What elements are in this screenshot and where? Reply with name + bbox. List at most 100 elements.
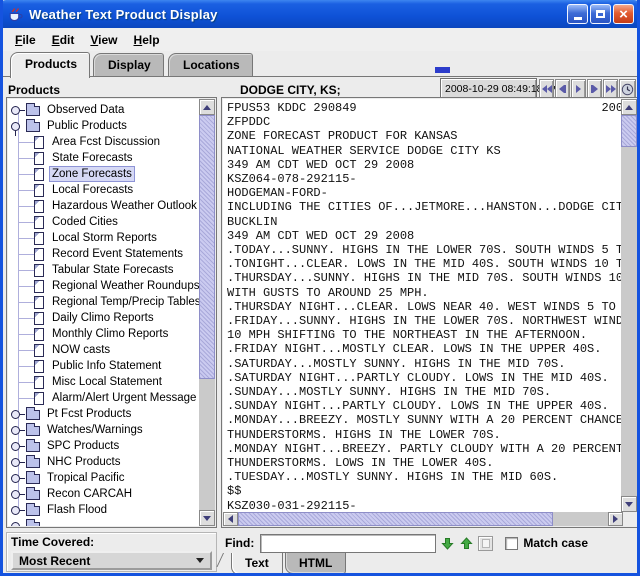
tree-scrollbar <box>199 99 215 526</box>
close-button[interactable]: × <box>613 4 634 24</box>
highlight-all-button[interactable] <box>478 536 493 551</box>
folder-icon <box>26 410 40 420</box>
tree-item-label: NHC Products <box>44 455 124 469</box>
find-next-button[interactable] <box>440 536 455 551</box>
maximize-icon <box>596 10 605 18</box>
tree-item-label: Area Fcst Discussion <box>49 135 163 149</box>
step-forward-button[interactable] <box>587 79 602 99</box>
tree-item-zone-forecasts[interactable]: Zone Forecasts <box>8 166 200 182</box>
text-scroll-left-button[interactable] <box>223 512 238 526</box>
tab-display[interactable]: Display <box>93 53 164 78</box>
tree-item-record-event-statements[interactable]: Record Event Statements <box>8 246 200 262</box>
menu-view[interactable]: View <box>82 31 125 49</box>
tree-item-flash-flood[interactable]: Flash Flood <box>8 502 200 518</box>
text-vertical-scrollbar <box>621 99 637 512</box>
tree-scroll-down-button[interactable] <box>199 510 215 526</box>
play-button[interactable] <box>571 79 586 99</box>
view-tab-row: Text HTML <box>221 554 639 574</box>
step-back-button[interactable] <box>555 79 570 99</box>
tab-html[interactable]: HTML <box>285 553 346 574</box>
tree-collapsed-handle-icon[interactable] <box>11 426 20 435</box>
tree-item-area-fcst-discussion[interactable]: Area Fcst Discussion <box>8 134 200 150</box>
text-product-viewport[interactable]: FPUS53 KDDC 290849 2008-10-29 08:49:18Z … <box>223 99 622 512</box>
menu-bar: FileEditViewHelp <box>3 28 637 51</box>
time-covered-combo[interactable]: Most Recent <box>11 551 212 570</box>
tree-item-regional-temp-precip-tables[interactable]: Regional Temp/Precip Tables <box>8 294 200 310</box>
tree-item-label: Local Storm Reports <box>49 231 160 245</box>
tree-item-tabular-state-forecasts[interactable]: Tabular State Forecasts <box>8 262 200 278</box>
tree-item-regional-weather-roundups[interactable]: Regional Weather Roundups <box>8 278 200 294</box>
minimize-icon <box>574 17 582 20</box>
tab-products[interactable]: Products <box>10 52 90 78</box>
tab-text[interactable]: Text <box>231 553 283 575</box>
tree-item-tropical-pacific[interactable]: Tropical Pacific <box>8 470 200 486</box>
tree-item-pt-fcst-products[interactable]: Pt Fcst Products <box>8 406 200 422</box>
menu-edit[interactable]: Edit <box>44 31 83 49</box>
find-label: Find: <box>225 536 254 550</box>
tree-item-recon-carcah[interactable]: Recon CARCAH <box>8 486 200 502</box>
tree-item-now-casts[interactable]: NOW casts <box>8 342 200 358</box>
tree-item-misc-local-statement[interactable]: Misc Local Statement <box>8 374 200 390</box>
tree-collapsed-handle-icon[interactable] <box>11 490 20 499</box>
tree-item-public-products[interactable]: Public Products <box>8 118 200 134</box>
tree-expanded-handle-icon[interactable] <box>11 122 20 131</box>
chevron-down-icon <box>196 558 204 563</box>
titlebar[interactable]: Weather Text Product Display × <box>0 0 640 28</box>
find-previous-button[interactable] <box>459 536 474 551</box>
tree-item-hazardous-weather-outlook[interactable]: Hazardous Weather Outlook <box>8 198 200 214</box>
green-arrow-up-icon <box>460 537 473 550</box>
tree-item-label: Tropical Pacific <box>44 471 128 485</box>
tree-collapsed-handle-icon[interactable] <box>11 410 20 419</box>
clock-button[interactable] <box>619 79 636 99</box>
text-hscrollbar-thumb[interactable] <box>238 512 553 526</box>
tree-item-label: Tabular State Forecasts <box>49 263 176 277</box>
minimize-button[interactable] <box>567 4 588 24</box>
match-case-checkbox[interactable] <box>505 537 518 550</box>
text-scroll-down-button[interactable] <box>621 496 637 512</box>
tree-collapsed-handle-icon[interactable] <box>11 106 20 115</box>
tree-item-public-info-statement[interactable]: Public Info Statement <box>8 358 200 374</box>
tree-item-alarm-alert-urgent-message[interactable]: Alarm/Alert Urgent Message <box>8 390 200 406</box>
text-vscrollbar-thumb[interactable] <box>621 115 637 147</box>
tree-item-local-forecasts[interactable]: Local Forecasts <box>8 182 200 198</box>
tree-item-coded-cities[interactable]: Coded Cities <box>8 214 200 230</box>
tree-item-state-forecasts[interactable]: State Forecasts <box>8 150 200 166</box>
clock-icon <box>621 83 634 96</box>
tree-item-monthly-climo-reports[interactable]: Monthly Climo Reports <box>8 326 200 342</box>
tree-item-label: Alarm/Alert Urgent Message <box>49 391 199 405</box>
document-icon <box>34 280 44 293</box>
menu-help[interactable]: Help <box>126 31 168 49</box>
folder-icon <box>26 458 40 468</box>
match-case-label: Match case <box>523 536 588 550</box>
maximize-button[interactable] <box>590 4 611 24</box>
tree-collapsed-handle-icon[interactable] <box>11 458 20 467</box>
station-header: DODGE CITY, KS; <box>240 83 341 97</box>
tree-collapsed-handle-icon[interactable] <box>11 474 20 483</box>
document-icon <box>34 168 44 181</box>
tree-collapsed-handle-icon[interactable] <box>11 506 20 515</box>
tree-viewport[interactable]: Observed DataPublic ProductsArea Fcst Di… <box>8 99 200 526</box>
tree-collapsed-handle-icon[interactable] <box>11 442 20 451</box>
tree-item-nhc-products[interactable]: NHC Products <box>8 454 200 470</box>
tree-item-daily-climo-reports[interactable]: Daily Climo Reports <box>8 310 200 326</box>
tree-item-partial[interactable] <box>8 518 200 526</box>
tree-collapsed-handle-icon[interactable] <box>11 522 20 527</box>
menu-file[interactable]: File <box>7 31 44 49</box>
rewind-button[interactable] <box>539 79 554 99</box>
fast-forward-button[interactable] <box>603 79 618 99</box>
tree-scroll-up-button[interactable] <box>199 99 215 115</box>
tree-item-observed-data[interactable]: Observed Data <box>8 102 200 118</box>
tree-item-watches-warnings[interactable]: Watches/Warnings <box>8 422 200 438</box>
tab-locations[interactable]: Locations <box>168 53 253 78</box>
text-scroll-up-button[interactable] <box>621 99 637 115</box>
document-icon <box>34 248 44 261</box>
tree-scrollbar-thumb[interactable] <box>199 115 215 379</box>
tree-item-local-storm-reports[interactable]: Local Storm Reports <box>8 230 200 246</box>
arrow-down-icon <box>203 516 211 521</box>
datetime-combo[interactable]: 2008-10-29 08:49:18Z <box>440 78 537 99</box>
tree-item-spc-products[interactable]: SPC Products <box>8 438 200 454</box>
green-arrow-down-icon <box>441 537 454 550</box>
find-input[interactable] <box>260 534 436 553</box>
tree-item-label: Regional Weather Roundups <box>49 279 200 293</box>
text-scroll-right-button[interactable] <box>608 512 623 526</box>
